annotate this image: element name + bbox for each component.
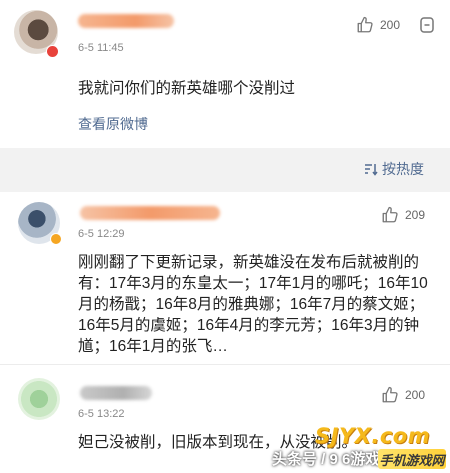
comment-time: 6-5 12:29 [78,228,125,240]
sort-label: 按热度 [382,161,424,177]
like-button[interactable]: 200 [381,386,425,404]
more-icon[interactable] [420,17,434,33]
watermark-badge: 手机游戏网 [378,449,446,469]
like-count: 200 [405,388,426,402]
like-button[interactable]: 200 [356,16,400,34]
username-redacted[interactable] [80,206,220,220]
username-redacted[interactable] [80,386,152,400]
thumbs-up-icon [357,16,373,33]
comment-time: 6-5 13:22 [78,408,125,420]
comment-sort-bar: 按热度 [0,148,450,192]
vip-badge-icon [46,45,59,58]
sort-by-hot-button[interactable]: 按热度 [364,159,424,179]
view-original-link[interactable]: 查看原微博 [78,114,148,134]
like-count: 200 [380,18,401,32]
username-redacted[interactable] [78,14,174,28]
thumbs-up-icon [382,386,398,403]
avatar[interactable] [18,378,60,420]
thumbs-up-icon [382,206,398,223]
like-button[interactable]: 209 [381,206,425,224]
weibo-post: 6-5 11:45 200 我就问你们的新英雄哪个没削过 查看原微博 [0,0,450,148]
comment-text: 刚刚翻了下更新记录，新英雄没在发布后就被削的有：17年3月的东皇太一；17年1月… [78,254,428,355]
sort-icon [365,164,378,176]
post-time: 6-5 11:45 [78,42,124,54]
verified-badge-icon [50,233,62,245]
watermark-line: 头条号 / 9 6游戏网 [272,451,396,468]
like-count: 209 [405,208,426,222]
watermark-site: SJYX.com [315,424,431,448]
post-text: 我就问你们的新英雄哪个没削过 [78,80,296,97]
